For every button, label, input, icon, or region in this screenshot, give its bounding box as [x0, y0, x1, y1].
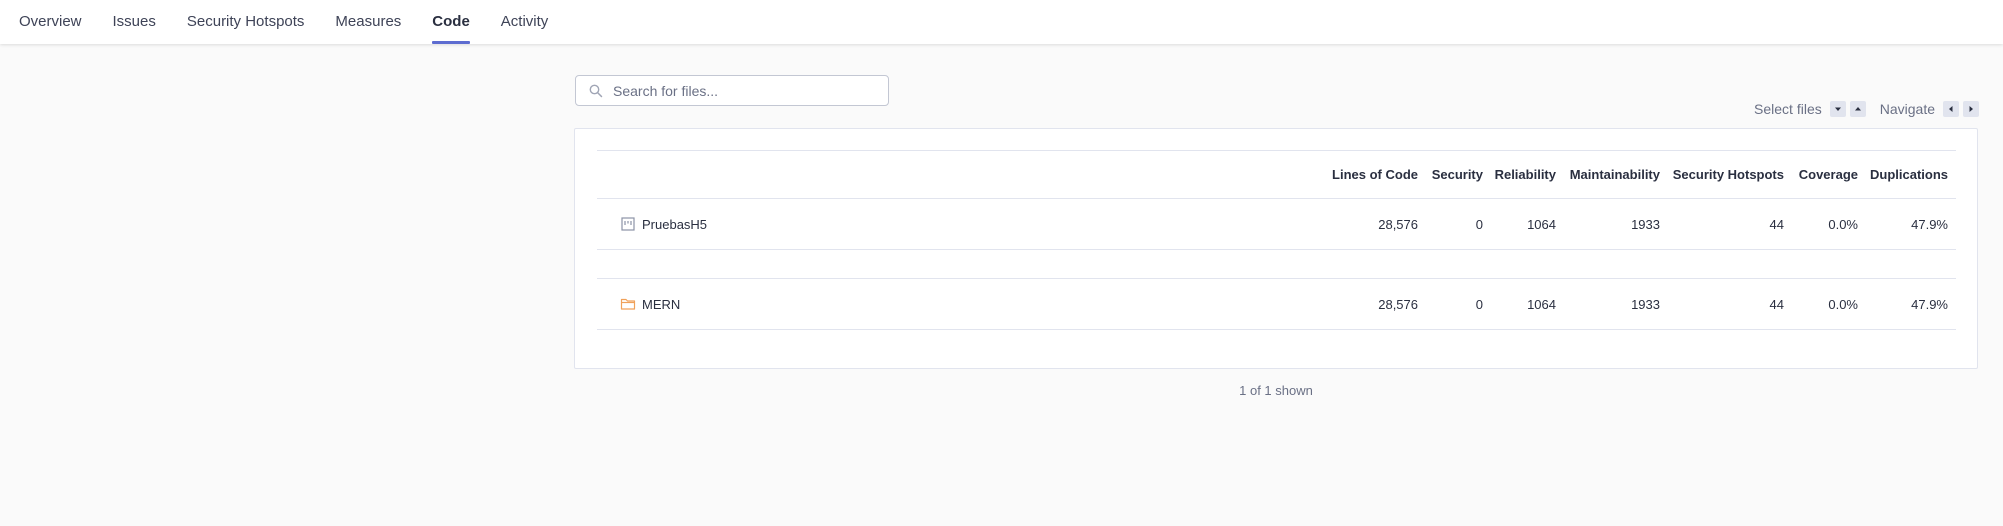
navigate-label: Navigate: [1879, 101, 1935, 117]
security-hotspots-value[interactable]: 44: [1770, 199, 1784, 249]
project-icon: [620, 216, 636, 232]
search-input[interactable]: [613, 82, 873, 99]
col-reliability[interactable]: Reliability: [1495, 151, 1556, 198]
search-icon: [589, 84, 603, 98]
table-row: MERN 28,576 0 1064 1933 44 0.0% 47.9%: [597, 279, 1956, 330]
col-coverage[interactable]: Coverage: [1799, 151, 1858, 198]
arrow-left-icon: [1943, 101, 1959, 117]
shown-count: 1 of 1 shown: [1239, 383, 1313, 398]
arrow-right-icon: [1963, 101, 1979, 117]
maintainability-value[interactable]: 1933: [1631, 279, 1660, 329]
security-value[interactable]: 0: [1476, 279, 1483, 329]
tab-measures[interactable]: Measures: [335, 0, 401, 44]
tab-overview[interactable]: Overview: [19, 0, 82, 44]
row-separator: [597, 250, 1956, 279]
col-security[interactable]: Security: [1432, 151, 1483, 198]
col-security-hotspots[interactable]: Security Hotspots: [1673, 151, 1784, 198]
security-value[interactable]: 0: [1476, 199, 1483, 249]
lines-of-code-value[interactable]: 28,576: [1378, 199, 1418, 249]
reliability-value[interactable]: 1064: [1527, 279, 1556, 329]
select-files-label: Select files: [1754, 101, 1822, 117]
project-navigation: Overview Issues Security Hotspots Measur…: [0, 0, 2003, 44]
tab-issues[interactable]: Issues: [113, 0, 156, 44]
security-hotspots-value[interactable]: 44: [1770, 279, 1784, 329]
arrow-up-icon: [1849, 101, 1866, 117]
component-name[interactable]: MERN: [620, 279, 680, 329]
col-lines-of-code[interactable]: Lines of Code: [1332, 151, 1418, 198]
search-box: [575, 75, 889, 106]
tab-security-hotspots[interactable]: Security Hotspots: [187, 0, 305, 44]
duplications-value[interactable]: 47.9%: [1911, 199, 1948, 249]
components-table: Lines of Code Security Reliability Maint…: [597, 150, 1956, 330]
col-maintainability[interactable]: Maintainability: [1570, 151, 1660, 198]
component-name[interactable]: PruebasH5: [620, 199, 707, 249]
component-name-label: PruebasH5: [642, 216, 708, 232]
table-row-base: PruebasH5 28,576 0 1064 1933 44 0.0% 47.…: [597, 199, 1956, 250]
arrow-down-icon: [1829, 101, 1846, 117]
component-name-label: MERN: [642, 296, 681, 312]
folder-icon: [620, 296, 636, 312]
code-card: Lines of Code Security Reliability Maint…: [574, 128, 1978, 369]
keyboard-shortcuts: Select files Navigate: [1754, 101, 1979, 117]
col-duplications[interactable]: Duplications: [1870, 151, 1948, 198]
maintainability-value[interactable]: 1933: [1631, 199, 1660, 249]
tab-activity[interactable]: Activity: [501, 0, 549, 44]
lines-of-code-value[interactable]: 28,576: [1378, 279, 1418, 329]
coverage-value[interactable]: 0.0%: [1828, 279, 1858, 329]
duplications-value[interactable]: 47.9%: [1911, 279, 1948, 329]
table-header: Lines of Code Security Reliability Maint…: [597, 150, 1956, 199]
coverage-value[interactable]: 0.0%: [1828, 199, 1858, 249]
tab-code[interactable]: Code: [432, 0, 470, 44]
reliability-value[interactable]: 1064: [1527, 199, 1556, 249]
